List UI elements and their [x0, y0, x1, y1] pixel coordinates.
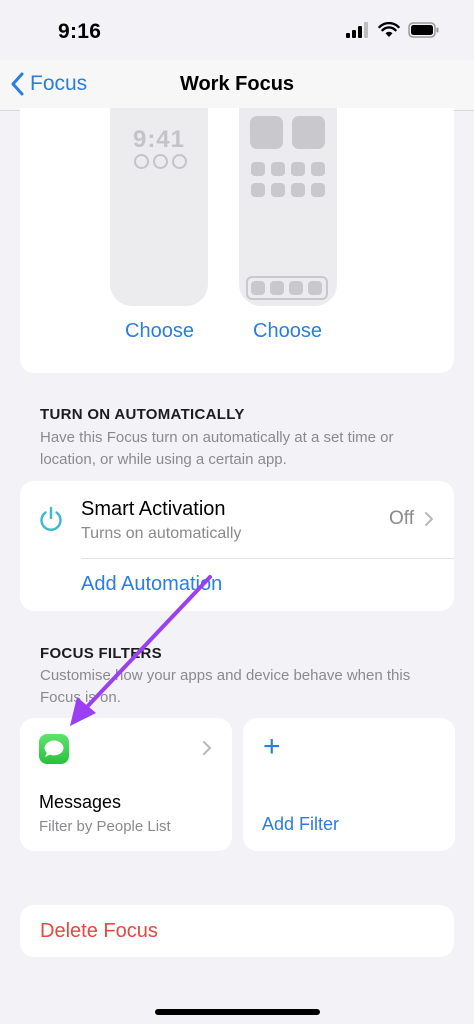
smart-activation-value: Off [389, 508, 414, 529]
add-filter-card[interactable]: + Add Filter [243, 718, 455, 851]
app-placeholder [271, 162, 285, 176]
turn-on-automatically-header: TURN ON AUTOMATICALLY [40, 406, 245, 423]
customize-screens-card: 9:41 Choose Choose [20, 108, 454, 373]
chevron-right-icon [425, 512, 433, 526]
status-time: 9:16 [58, 20, 102, 43]
app-placeholder [311, 183, 325, 197]
row-divider [81, 558, 454, 559]
choose-home-screen-button[interactable]: Choose [253, 320, 322, 343]
smart-activation-title: Smart Activation [81, 498, 226, 520]
plus-icon: + [263, 730, 281, 763]
messages-filter-card[interactable]: Messages Filter by People List [20, 718, 232, 851]
focus-filters-header: FOCUS FILTERS [40, 645, 162, 662]
messages-filter-title: Messages [39, 792, 122, 812]
cellular-signal-icon [346, 22, 368, 38]
app-placeholder [291, 162, 305, 176]
choose-lock-screen-button[interactable]: Choose [125, 320, 194, 343]
add-filter-label: Add Filter [262, 814, 340, 834]
app-placeholder [291, 183, 305, 197]
page-title: Work Focus [179, 73, 295, 95]
smart-activation-row[interactable]: Smart Activation Turns on automatically … [20, 481, 454, 558]
battery-icon [408, 22, 439, 38]
power-icon [40, 506, 62, 531]
app-placeholder [251, 183, 265, 197]
add-automation-button[interactable]: Add Automation [81, 573, 222, 596]
wifi-icon [378, 22, 400, 37]
lock-preview-passcode-dots [134, 154, 187, 169]
app-placeholder [311, 162, 325, 176]
lock-screen-preview[interactable]: 9:41 [110, 108, 208, 306]
home-indicator [155, 1009, 320, 1015]
messages-icon [39, 734, 69, 764]
app-placeholder [251, 162, 265, 176]
navigation-bar: Focus Work Focus [0, 60, 474, 111]
status-bar: 9:16 [0, 0, 474, 60]
app-placeholder [271, 183, 285, 197]
status-icons [346, 22, 440, 38]
lock-preview-time: 9:41 [132, 126, 186, 153]
messages-filter-subtitle: Filter by People List [39, 818, 171, 835]
dock-placeholder [246, 276, 328, 300]
delete-focus-button[interactable]: Delete Focus [20, 905, 454, 957]
automation-card: Smart Activation Turns on automatically … [20, 481, 454, 611]
widget-placeholder [292, 116, 325, 149]
smart-activation-subtitle: Turns on automatically [81, 525, 242, 542]
widget-placeholder [250, 116, 283, 149]
turn-on-automatically-description: Have this Focus turn on automatically at… [40, 429, 394, 468]
delete-focus-label: Delete Focus [40, 920, 158, 942]
chevron-right-icon [203, 741, 211, 755]
focus-filters-description: Customise how your apps and device behav… [40, 667, 411, 706]
home-screen-preview[interactable] [239, 108, 337, 306]
